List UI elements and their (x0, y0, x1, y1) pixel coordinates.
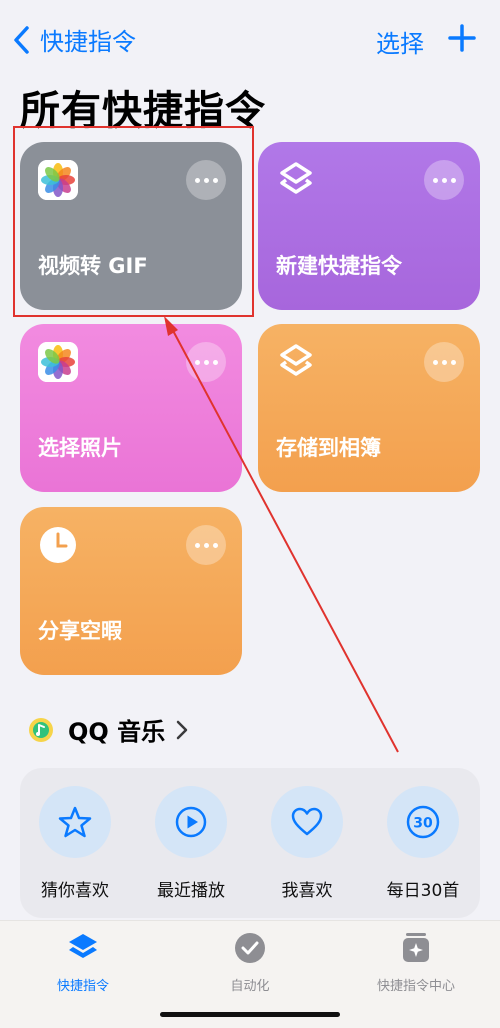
shortcut-card-save-to-album[interactable]: 存储到相簿 (258, 324, 480, 492)
heart-icon (291, 807, 323, 836)
more-button[interactable] (424, 342, 464, 382)
annotation-highlight-box (13, 126, 254, 317)
more-button[interactable] (424, 160, 464, 200)
back-label: 快捷指令 (40, 28, 136, 56)
qq-music-logo-icon (29, 717, 53, 742)
qq-music-title: QQ 音乐 (68, 718, 166, 746)
music-item-my-favorites[interactable]: 我喜欢 (252, 786, 362, 901)
qq-music-section-header[interactable]: QQ 音乐 (28, 712, 189, 747)
shortcut-label: 选择照片 (38, 436, 122, 460)
clock-icon (40, 527, 76, 563)
shortcut-label: 分享空暇 (38, 619, 122, 643)
svg-text:30: 30 (413, 816, 433, 832)
music-item-label: 最近播放 (157, 881, 225, 901)
home-indicator (160, 1012, 340, 1017)
layers-icon (69, 934, 97, 958)
shortcut-card-select-photos[interactable]: 选择照片 (20, 324, 242, 492)
qq-music-panel: 猜你喜欢 最近播放 我喜欢 30 每日30首 (20, 768, 480, 918)
music-item-daily-30[interactable]: 30 每日30首 (368, 786, 478, 901)
chevron-right-icon (176, 720, 188, 739)
music-item-label: 我喜欢 (281, 881, 333, 901)
shortcut-label: 新建快捷指令 (276, 254, 402, 278)
back-button[interactable]: 快捷指令 (12, 22, 136, 57)
daily-30-icon: 30 (406, 805, 440, 839)
add-shortcut-button[interactable] (446, 22, 478, 54)
shortcut-card-new-shortcut[interactable]: 新建快捷指令 (258, 142, 480, 310)
shortcut-label: 存储到相簿 (276, 436, 381, 460)
music-item-label: 每日30首 (386, 881, 460, 901)
shortcuts-layers-icon (280, 344, 312, 376)
shortcut-card-share-free-time[interactable]: 分享空暇 (20, 507, 242, 675)
select-button[interactable]: 选择 (376, 24, 424, 59)
music-item-recently-played[interactable]: 最近播放 (136, 786, 246, 901)
tab-label: 快捷指令 (56, 979, 109, 994)
navigation-bar: 快捷指令 选择 (0, 0, 500, 80)
shortcuts-layers-icon (280, 162, 312, 194)
tab-automation[interactable]: 自动化 (190, 931, 310, 994)
play-icon (175, 806, 207, 838)
tab-label: 自动化 (230, 979, 270, 994)
tab-label: 快捷指令中心 (376, 979, 455, 994)
chevron-left-icon (14, 25, 29, 54)
photos-icon (38, 342, 78, 382)
music-item-label: 猜你喜欢 (41, 881, 109, 901)
tab-shortcuts[interactable]: 快捷指令 (23, 931, 143, 994)
clock-check-icon (235, 933, 265, 963)
more-button[interactable] (186, 342, 226, 382)
music-item-guess-you-like[interactable]: 猜你喜欢 (20, 786, 130, 901)
tab-gallery[interactable]: 快捷指令中心 (356, 931, 476, 994)
more-button[interactable] (186, 525, 226, 565)
star-icon (58, 806, 92, 838)
gallery-icon (403, 933, 429, 962)
